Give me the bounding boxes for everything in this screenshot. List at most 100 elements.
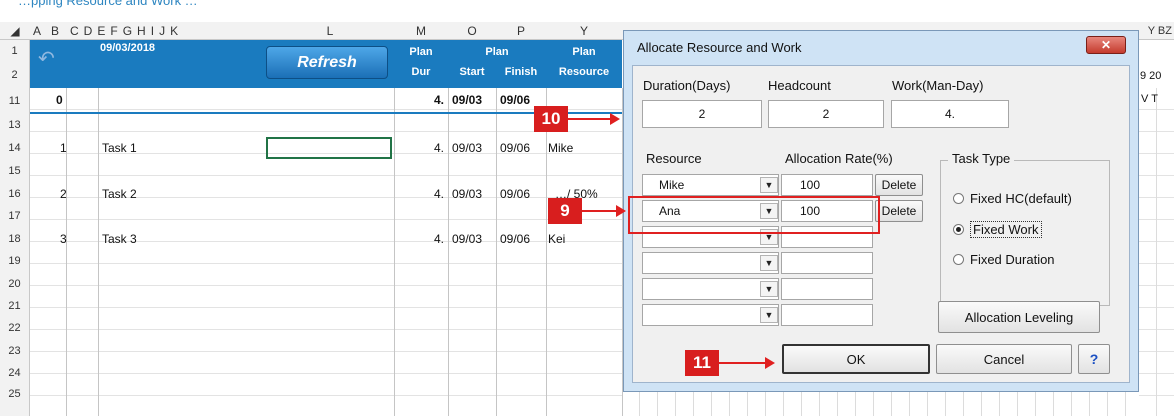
grid-col-line <box>496 88 497 416</box>
start-header: Start <box>459 66 485 78</box>
chevron-down-icon[interactable]: ▼ <box>760 255 778 271</box>
headcount-field[interactable]: 2 <box>768 100 884 128</box>
plan-dur-header-1: Plan <box>409 46 433 58</box>
grid-col-line <box>546 88 547 416</box>
col-a[interactable]: A <box>30 22 44 40</box>
duration-label: Duration(Days) <box>643 78 731 93</box>
task-id: 3 <box>60 232 67 246</box>
radio-fixed-hc[interactable]: Fixed HC(default) <box>953 191 1072 206</box>
header-date: 09/03/2018 <box>100 42 156 54</box>
col-c-k[interactable]: CDEFGHIJK <box>66 22 266 40</box>
caption-text: …pping Resource and Work … <box>18 0 198 8</box>
radio-fixed-duration[interactable]: Fixed Duration <box>953 252 1055 267</box>
col-o[interactable]: O <box>448 22 496 40</box>
task-dur: 4. <box>433 232 444 246</box>
summary-start: 09/03 <box>452 93 483 107</box>
resource-combo[interactable]: Mike <box>642 174 779 196</box>
summary-finish: 09/06 <box>500 93 531 107</box>
task-start: 09/03 <box>452 141 483 155</box>
row-header[interactable]: 20 <box>0 272 30 295</box>
radio-icon <box>953 254 964 265</box>
grid-col-line <box>394 88 395 416</box>
task-name[interactable]: Task 3 <box>102 232 137 246</box>
task-dur: 4. <box>433 187 444 201</box>
selected-cell[interactable] <box>266 137 392 159</box>
row-header[interactable]: 15 <box>0 160 30 182</box>
summary-id: 0 <box>56 93 63 107</box>
chevron-down-icon[interactable]: ▼ <box>760 281 778 297</box>
callout-badge: 11 <box>685 350 719 376</box>
grid-col-line <box>66 88 67 416</box>
callout-arrow <box>719 362 767 364</box>
cancel-button[interactable]: Cancel <box>936 344 1072 374</box>
col-l[interactable]: L <box>266 22 394 40</box>
task-finish: 09/06 <box>500 187 531 201</box>
arrow-right-icon <box>765 357 775 369</box>
plan-resource-header-1: Plan <box>572 46 596 58</box>
row-header[interactable]: 22 <box>0 317 30 339</box>
row-header[interactable]: 14 <box>0 136 30 160</box>
task-resource[interactable]: Kei <box>548 232 565 246</box>
select-all-corner[interactable]: ◢ <box>0 22 30 40</box>
highlight-box <box>628 196 880 234</box>
col-m[interactable]: M <box>394 22 448 40</box>
resource-combo[interactable] <box>642 252 779 274</box>
radio-label: Fixed Work <box>970 221 1042 238</box>
resource-label: Resource <box>646 151 702 166</box>
finish-header: Finish <box>504 66 538 78</box>
row-header[interactable]: 19 <box>0 250 30 272</box>
dialog-title: Allocate Resource and Work <box>637 40 802 55</box>
plan-header: Plan <box>485 46 509 58</box>
row-header[interactable]: 17 <box>0 205 30 227</box>
close-button[interactable]: ✕ <box>1086 36 1126 54</box>
task-resource[interactable]: Mike <box>548 141 573 155</box>
task-start: 09/03 <box>452 232 483 246</box>
radio-label: Fixed HC(default) <box>970 191 1072 206</box>
row-header[interactable]: 13 <box>0 114 30 136</box>
radio-fixed-work[interactable]: Fixed Work <box>953 221 1042 238</box>
work-field[interactable]: 4. <box>891 100 1009 128</box>
gantt-day-initials: V T <box>1141 93 1158 105</box>
help-button[interactable]: ? <box>1078 344 1110 374</box>
row-header[interactable]: 16 <box>0 182 30 205</box>
chevron-down-icon[interactable]: ▼ <box>760 307 778 323</box>
task-id: 2 <box>60 187 67 201</box>
rate-field[interactable] <box>781 278 873 300</box>
row-header[interactable]: 18 <box>0 227 30 250</box>
refresh-button[interactable]: Refresh <box>266 46 388 79</box>
duration-field[interactable]: 2 <box>642 100 762 128</box>
row-header[interactable]: 24 <box>0 362 30 384</box>
row-header[interactable]: 2 <box>0 62 30 88</box>
arrow-right-icon <box>616 205 626 217</box>
rate-field[interactable] <box>781 252 873 274</box>
task-name[interactable]: Task 1 <box>102 141 137 155</box>
col-p[interactable]: P <box>496 22 546 40</box>
task-dur: 4. <box>433 141 444 155</box>
radio-label: Fixed Duration <box>970 252 1055 267</box>
row-header[interactable]: 23 <box>0 339 30 362</box>
allocation-leveling-button[interactable]: Allocation Leveling <box>938 301 1100 333</box>
row-header[interactable]: 21 <box>0 295 30 317</box>
row-header[interactable]: 25 <box>0 384 30 416</box>
ok-button[interactable]: OK <box>782 344 930 374</box>
plan-resource-header-2: Resource <box>558 66 610 78</box>
resource-combo[interactable] <box>642 304 779 326</box>
col-y[interactable]: Y <box>546 22 622 40</box>
col-b[interactable]: B <box>44 22 66 40</box>
radio-selected-icon <box>953 224 964 235</box>
rate-field[interactable] <box>781 304 873 326</box>
row-header[interactable]: 1 <box>0 40 30 62</box>
task-id: 1 <box>60 141 67 155</box>
right-row2-text: 9 20 <box>1140 70 1162 82</box>
delete-button[interactable]: Delete <box>875 174 923 196</box>
task-name[interactable]: Task 2 <box>102 187 137 201</box>
chevron-down-icon[interactable]: ▼ <box>760 177 778 193</box>
resource-combo[interactable] <box>642 278 779 300</box>
rate-field[interactable]: 100 <box>781 174 873 196</box>
task-start: 09/03 <box>452 187 483 201</box>
delete-button[interactable]: Delete <box>875 200 923 222</box>
row-header[interactable]: 11 <box>0 88 30 114</box>
grid-col-line <box>98 88 99 416</box>
undo-icon[interactable]: ↶ <box>38 46 60 70</box>
task-type-label: Task Type <box>948 151 1015 166</box>
